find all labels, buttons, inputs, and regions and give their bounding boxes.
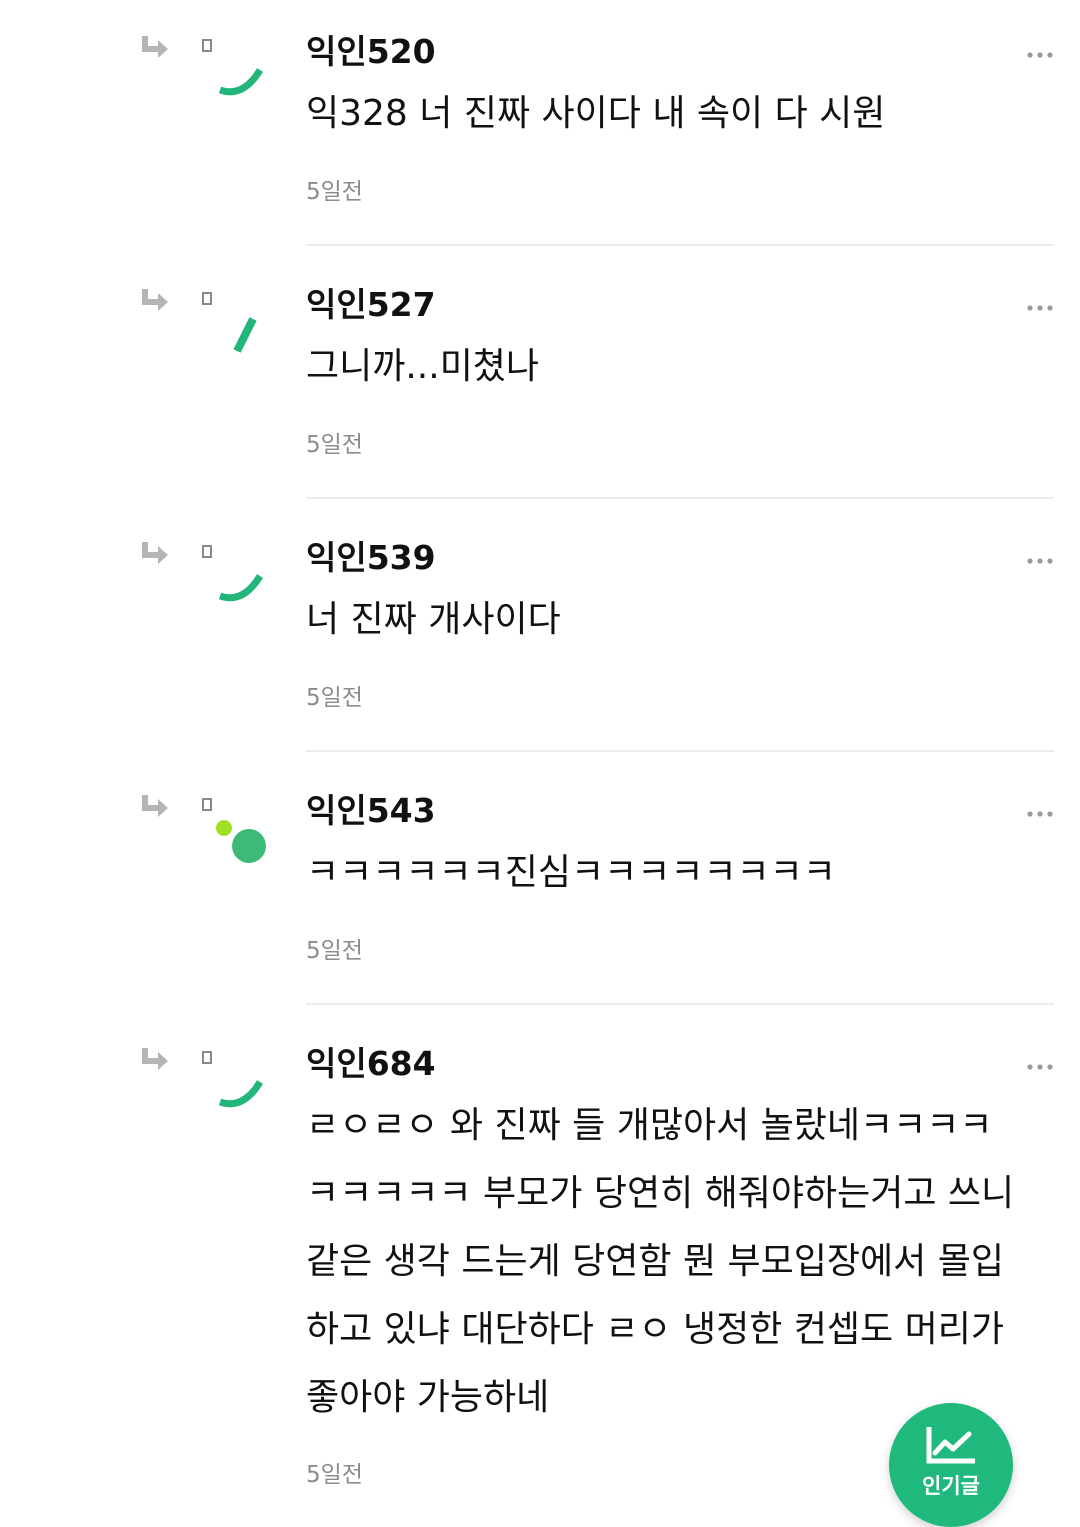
reply-arrow-icon (142, 542, 168, 564)
comment-timestamp: 5일전 (306, 938, 363, 964)
comment-line: ㄹㅇㄹㅇ 와 진짜 들 개많아서 놀랐네ㅋㅋㅋㅋ (306, 1105, 993, 1146)
popular-posts-label: 인기글 (922, 1474, 980, 1498)
reply-arrow-icon (142, 795, 168, 817)
reply-arrow-icon (142, 36, 168, 58)
author-name[interactable]: 익인543 (306, 789, 436, 833)
comment-reply: 익인543 ㅋㅋㅋㅋㅋㅋ진심ㅋㅋㅋㅋㅋㅋㅋㅋ 5일전 (0, 789, 1080, 1005)
reply-arrow-icon (142, 289, 168, 311)
comment-line: 같은 생각 드는게 당연함 뭔 부모입장에서 몰입 (306, 1241, 1004, 1282)
comment-line: ㅋㅋㅋㅋㅋㅋ진심ㅋㅋㅋㅋㅋㅋㅋㅋ (306, 852, 836, 893)
comment-timestamp: 5일전 (306, 685, 363, 711)
arc-avatar-icon[interactable] (198, 536, 272, 620)
arc-avatar-icon[interactable] (198, 30, 272, 114)
comment-reply: 익인520 익328 너 진짜 사이다 내 속이 다 시원 5일전 (0, 30, 1080, 246)
more-options-icon[interactable] (1020, 1048, 1062, 1076)
comment-body: 익328 너 진짜 사이다 내 속이 다 시원 (306, 92, 1062, 160)
comment-line: 하고 있냐 대단하다 ㄹㅇ 냉정한 컨셉도 머리가 (306, 1309, 1004, 1350)
more-options-icon[interactable] (1020, 289, 1062, 317)
comment-timestamp: 5일전 (306, 1462, 363, 1488)
comment-divider (306, 750, 1054, 752)
reply-arrow-icon (142, 1048, 168, 1070)
author-name[interactable]: 익인539 (306, 536, 436, 580)
comment-line: 그니까...미쳤나 (306, 346, 540, 387)
comment-timestamp: 5일전 (306, 179, 363, 205)
comment-divider (306, 497, 1054, 499)
more-options-icon[interactable] (1020, 542, 1062, 570)
author-name[interactable]: 익인527 (306, 283, 436, 327)
comment-reply: 익인527 그니까...미쳤나 5일전 (0, 283, 1080, 499)
comment-timestamp: 5일전 (306, 432, 363, 458)
dots-avatar-icon[interactable] (198, 789, 272, 873)
comment-body: 너 진짜 개사이다 (306, 598, 1062, 666)
comment-body: 그니까...미쳤나 (306, 345, 1062, 413)
author-name[interactable]: 익인520 (306, 30, 436, 74)
comment-divider (306, 244, 1054, 246)
arc-avatar-icon[interactable] (198, 1042, 272, 1126)
comment-reply: 익인539 너 진짜 개사이다 5일전 (0, 536, 1080, 752)
author-name[interactable]: 익인684 (306, 1042, 436, 1086)
more-options-icon[interactable] (1020, 36, 1062, 64)
more-options-icon[interactable] (1020, 795, 1062, 823)
comment-body: ㅋㅋㅋㅋㅋㅋ진심ㅋㅋㅋㅋㅋㅋㅋㅋ (306, 851, 1062, 919)
comment-divider (306, 1003, 1054, 1005)
comment-line: 익328 너 진짜 사이다 내 속이 다 시원 (306, 93, 886, 134)
popular-posts-button[interactable]: 인기글 (889, 1403, 1013, 1527)
comment-line: ㅋㅋㅋㅋㅋ 부모가 당연히 해줘야하는거고 쓰니 (306, 1173, 1015, 1214)
slash-avatar-icon[interactable] (198, 283, 272, 367)
comment-line: 너 진짜 개사이다 (306, 599, 561, 640)
comment-body: ㄹㅇㄹㅇ 와 진짜 들 개많아서 놀랐네ㅋㅋㅋㅋ ㅋㅋㅋㅋㅋ 부모가 당연히 해… (306, 1104, 1062, 1444)
trending-chart-icon (926, 1427, 975, 1464)
